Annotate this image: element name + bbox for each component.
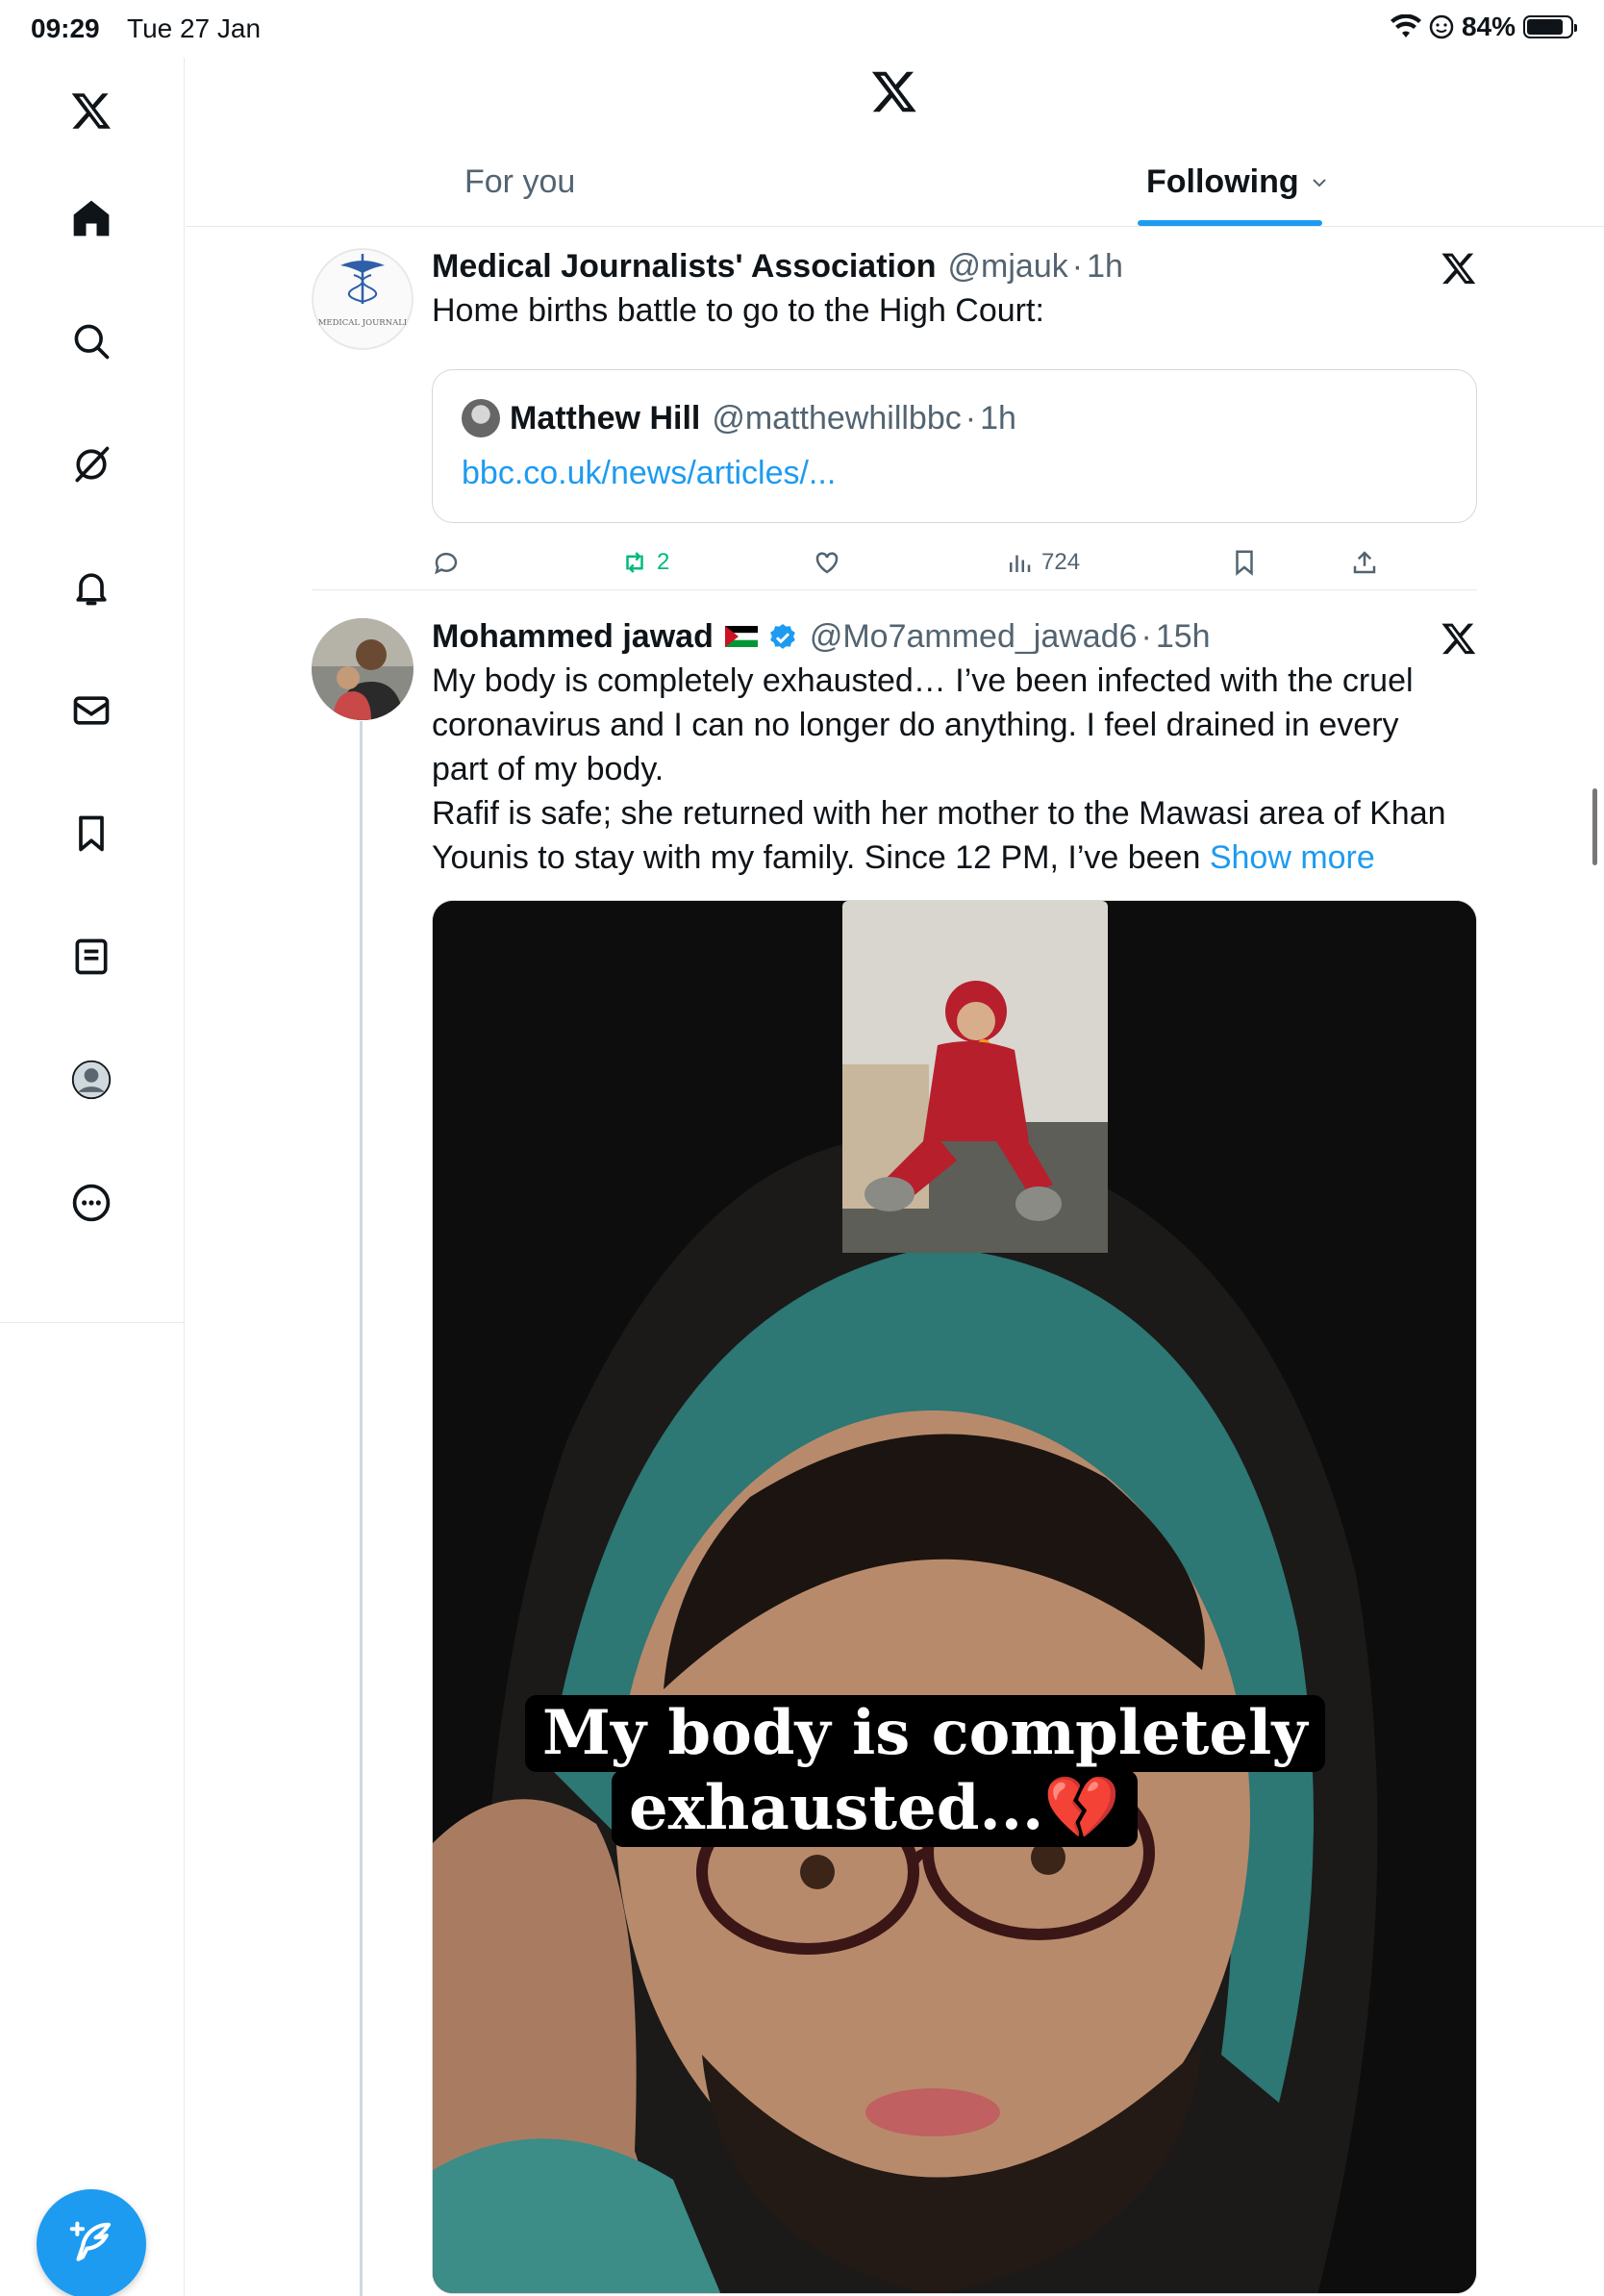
- media-caption-line-2: exhausted...💔: [612, 1770, 1138, 1847]
- tweet-time[interactable]: 1h: [1087, 248, 1123, 286]
- quoted-tweet[interactable]: Matthew Hill @matthewhillbbc · 1h bbc.co…: [432, 369, 1477, 523]
- search-icon[interactable]: [63, 313, 119, 369]
- share-button[interactable]: [1350, 548, 1379, 577]
- media-caption-line-1: My body is completely: [525, 1695, 1325, 1772]
- active-tab-indicator: [1138, 220, 1322, 226]
- compose-icon: [69, 2221, 112, 2261]
- quoted-link[interactable]: bbc.co.uk/news/articles/...: [462, 455, 836, 492]
- battery-icon: [1523, 15, 1577, 38]
- views-count: 724: [1041, 549, 1081, 575]
- retweet-icon: [626, 552, 643, 573]
- author-name[interactable]: Mohammed jawad: [432, 618, 714, 656]
- tweet-text-paragraph-2: Rafif is safe; she returned with her mot…: [432, 791, 1461, 880]
- avatar-logo-text: MEDICAL JOURNALI: [318, 318, 408, 328]
- quoted-author-handle: @matthewhillbbc: [712, 399, 962, 437]
- separator-dot: ·: [965, 399, 977, 437]
- separator-dot: ·: [1071, 248, 1084, 285]
- retweet-button[interactable]: 2: [620, 548, 669, 577]
- reply-button[interactable]: [432, 548, 461, 577]
- wifi-icon: [1390, 14, 1421, 37]
- x-logo-icon: [1441, 623, 1476, 655]
- tweet-actions: 2 724: [432, 537, 1477, 594]
- inset-photo: [842, 901, 1108, 1253]
- status-right: 84%: [1390, 12, 1577, 42]
- heart-icon: [815, 552, 839, 574]
- views-button[interactable]: 724: [1005, 548, 1080, 577]
- tweet-header: Medical Journalists' Association @mjauk …: [432, 248, 1123, 286]
- tweet-text: Home births battle to go to the High Cou…: [432, 292, 1044, 329]
- author-handle[interactable]: @mjauk: [948, 248, 1068, 286]
- bookmark-button[interactable]: [1230, 548, 1259, 577]
- scrollbar[interactable]: [1592, 788, 1597, 865]
- like-button[interactable]: [813, 548, 841, 577]
- share-icon: [1353, 551, 1376, 574]
- verified-badge-icon[interactable]: [767, 622, 798, 653]
- compose-button[interactable]: [37, 2189, 146, 2296]
- sidebar: [0, 58, 185, 2296]
- x-logo-icon[interactable]: [870, 67, 918, 115]
- grok-icon[interactable]: [63, 437, 119, 492]
- views-icon: [1010, 555, 1031, 572]
- avatar[interactable]: [312, 618, 414, 720]
- timeline-header: For you Following: [186, 58, 1604, 227]
- quoted-avatar: [462, 399, 500, 437]
- palestine-flag-icon: [724, 626, 758, 647]
- tab-following-label: Following: [1146, 163, 1299, 200]
- tweet-text: My body is completely exhausted… I’ve be…: [432, 659, 1461, 880]
- avatar[interactable]: MEDICAL JOURNALI: [312, 248, 414, 350]
- chevron-down-icon[interactable]: [1311, 177, 1328, 188]
- quoted-author-name: Matthew Hill: [510, 399, 701, 437]
- status-date: Tue 27 Jan: [127, 13, 262, 43]
- bookmark-icon: [1236, 550, 1253, 576]
- reply-icon: [435, 552, 458, 575]
- show-more-link[interactable]: Show more: [1210, 839, 1375, 876]
- x-logo-icon[interactable]: [63, 83, 119, 138]
- face-icon: [1429, 14, 1454, 39]
- profile-photo: [312, 618, 414, 720]
- tweet[interactable]: MEDICAL JOURNALI Medical Journalists' As…: [312, 248, 1477, 576]
- messages-icon[interactable]: [63, 683, 119, 738]
- more-icon[interactable]: [63, 1175, 119, 1231]
- caduceus-logo-icon: MEDICAL JOURNALI: [312, 248, 414, 350]
- status-bar: 09:29 Tue 27 Jan 84%: [0, 0, 1604, 58]
- profile-icon[interactable]: [63, 1052, 119, 1108]
- lists-icon[interactable]: [63, 929, 119, 985]
- notifications-icon[interactable]: [63, 560, 119, 615]
- tweet-text-paragraph-1: My body is completely exhausted… I’ve be…: [432, 662, 1414, 787]
- sidebar-divider: [0, 1322, 185, 1323]
- quoted-tweet-header: Matthew Hill @matthewhillbbc · 1h: [462, 399, 1016, 437]
- tweet-time[interactable]: 15h: [1156, 618, 1211, 656]
- status-time: 09:29: [31, 13, 100, 43]
- author-handle[interactable]: @Mo7ammed_jawad6: [810, 618, 1138, 656]
- quoted-tweet-time: 1h: [980, 399, 1016, 437]
- retweet-count: 2: [657, 549, 670, 575]
- author-name[interactable]: Medical Journalists' Association: [432, 248, 937, 286]
- tab-for-you[interactable]: For you: [464, 163, 575, 201]
- media-photo: [433, 901, 1476, 2293]
- separator-dot: ·: [1140, 618, 1152, 655]
- tweet[interactable]: Mohammed jawad @Mo7ammed_jawad6 · 15h My…: [312, 618, 1477, 2296]
- tab-following[interactable]: Following: [1146, 163, 1328, 201]
- home-icon[interactable]: [63, 190, 119, 246]
- tweet-header: Mohammed jawad @Mo7ammed_jawad6 · 15h: [432, 618, 1211, 656]
- tweet-media[interactable]: My body is completely exhausted...💔: [432, 900, 1477, 2294]
- flag-emoji: [724, 618, 758, 656]
- battery-percent: 84%: [1461, 12, 1516, 41]
- bookmarks-icon[interactable]: [63, 806, 119, 861]
- tweet-divider: [312, 589, 1477, 590]
- x-logo-icon: [1441, 253, 1476, 285]
